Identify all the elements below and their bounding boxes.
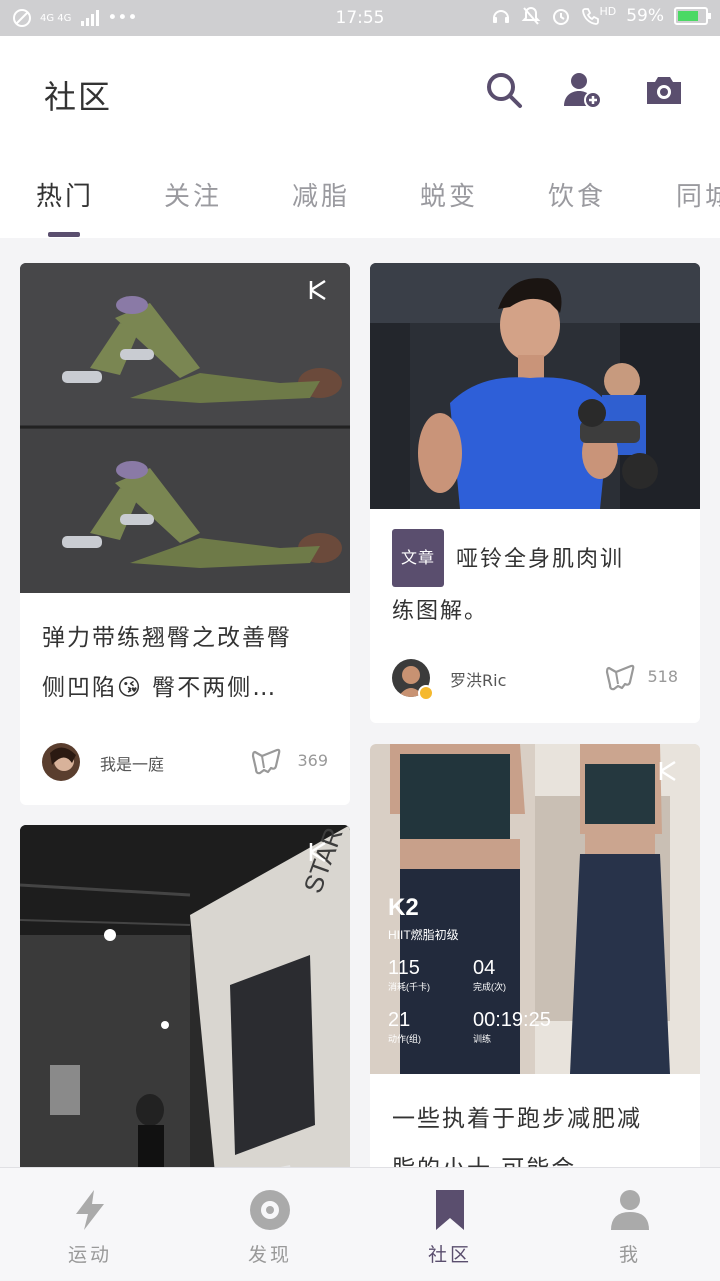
search-icon[interactable] <box>484 70 524 110</box>
hd-label: HD <box>599 4 617 18</box>
avatar[interactable] <box>42 743 80 781</box>
nav-item-discover[interactable]: 发现 <box>180 1168 360 1281</box>
stat-duration-label: 训练 <box>473 1034 492 1044</box>
like-count: 369 <box>297 751 328 770</box>
nav-label: 运动 <box>67 1244 112 1266</box>
stat-moves: 21 <box>388 1009 411 1031</box>
discover-icon <box>250 1190 290 1230</box>
tab-hot[interactable]: 热门 <box>36 176 94 213</box>
post-image <box>20 263 350 593</box>
author-name[interactable]: 我是一庭 <box>100 751 164 775</box>
post-title-line2-post: 臀不两侧… <box>142 675 278 701</box>
like-icon[interactable] <box>250 746 282 776</box>
camera-icon[interactable] <box>644 70 684 110</box>
person-icon <box>611 1190 649 1230</box>
course-name: K2 <box>388 894 419 921</box>
keep-logo-icon <box>659 760 676 782</box>
hd-call-icon <box>582 8 600 25</box>
post-image <box>370 263 700 509</box>
nav-label: 我 <box>618 1244 641 1266</box>
post-card[interactable]: 文章 哑铃全身肌肉训 练图解。 罗洪Ric 518 <box>370 263 700 723</box>
like-count: 518 <box>647 667 678 686</box>
post-title: 一些执着于跑步减肥减 脂的小十 可能会 <box>392 1094 678 1168</box>
stat-calories-label: 消耗(千卡) <box>388 982 430 992</box>
article-tag: 文章 <box>392 529 445 587</box>
post-title-line2: 练图解。 <box>392 599 489 624</box>
nav-label: 社区 <box>427 1244 472 1266</box>
post-title: 文章 哑铃全身肌肉训 练图解。 <box>392 529 678 637</box>
battery-percent: 59% <box>626 6 664 26</box>
post-title-line2: 侧凹陷😘 臀不两侧… <box>42 663 328 713</box>
headset-icon <box>493 10 510 23</box>
category-tabs: 热门 关注 减脂 蜕变 饮食 同城 <box>0 172 720 238</box>
feed: 弹力带练翘臀之改善臀 侧凹陷😘 臀不两侧… 我是一庭 369 文章 哑铃全身肌肉… <box>0 238 720 1168</box>
post-meta: 我是一庭 369 <box>42 743 328 783</box>
nav-item-exercise[interactable]: 运动 <box>0 1168 180 1281</box>
post-title-line1: 文章 哑铃全身肌肉训 <box>392 529 678 587</box>
post-title: 弹力带练翘臀之改善臀 侧凹陷😘 臀不两侧… <box>42 613 328 713</box>
stat-moves-label: 动作(组) <box>388 1034 421 1044</box>
post-title-line1: 弹力带练翘臀之改善臀 <box>42 625 292 651</box>
bottom-nav: 运动 发现 社区 我 <box>0 1167 720 1280</box>
tab-diet[interactable]: 饮食 <box>548 176 606 213</box>
post-title-line1: 一些执着于跑步减肥减 <box>392 1106 642 1132</box>
tab-indicator <box>48 232 80 237</box>
stat-calories: 115 <box>388 957 420 979</box>
stat-times: 04 <box>473 957 496 979</box>
post-meta: 罗洪Ric 518 <box>392 659 678 701</box>
stat-times-label: 完成(次) <box>473 982 506 992</box>
post-title-line1-text: 哑铃全身肌肉训 <box>456 547 625 572</box>
alarm-icon <box>553 9 570 25</box>
tab-fat-loss[interactable]: 减脂 <box>292 176 350 213</box>
nav-item-me[interactable]: 我 <box>540 1168 720 1281</box>
author-name[interactable]: 罗洪Ric <box>450 667 506 691</box>
add-user-icon[interactable] <box>562 70 602 110</box>
tab-local[interactable]: 同城 <box>676 176 720 213</box>
post-card[interactable]: K2 HIIT燃脂初级 115 消耗(千卡) 04 完成(次) 21 动作(组)… <box>370 744 700 1168</box>
post-card[interactable]: STAR EN <box>20 825 350 1168</box>
mute-icon <box>522 6 541 25</box>
tab-transformation[interactable]: 蜕变 <box>420 176 478 213</box>
course-subtitle: HIIT燃脂初级 <box>388 928 459 942</box>
page-title: 社区 <box>44 78 113 116</box>
post-title-line2-pre: 侧凹陷 <box>42 675 117 701</box>
keep-logo-icon <box>309 841 326 863</box>
post-card[interactable]: 弹力带练翘臀之改善臀 侧凹陷😘 臀不两侧… 我是一庭 369 <box>20 263 350 805</box>
like-icon[interactable] <box>604 662 636 692</box>
keep-logo-icon <box>309 279 326 301</box>
nav-item-community[interactable]: 社区 <box>360 1168 540 1281</box>
bookmark-icon <box>436 1190 464 1230</box>
header: 社区 热门 关注 减脂 蜕变 饮食 同城 <box>0 36 720 238</box>
nav-label: 发现 <box>247 1244 292 1266</box>
tab-follow[interactable]: 关注 <box>164 176 222 213</box>
status-right: HD 59% <box>491 4 711 26</box>
kiss-emoji-icon: 😘 <box>117 675 143 701</box>
battery-icon <box>674 7 711 25</box>
stat-duration: 00:19:25 <box>473 1009 551 1031</box>
lightning-icon <box>76 1190 104 1230</box>
workout-stats-overlay: K2 HIIT燃脂初级 115 消耗(千卡) 04 完成(次) 21 动作(组)… <box>388 894 551 1067</box>
status-bar: 4G 4G ••• 17:55 HD 59% <box>0 0 720 36</box>
post-image: STAR EN <box>20 825 350 1168</box>
verified-badge-icon <box>418 685 434 701</box>
post-title-line2: 脂的小十 可能会 <box>392 1144 678 1168</box>
